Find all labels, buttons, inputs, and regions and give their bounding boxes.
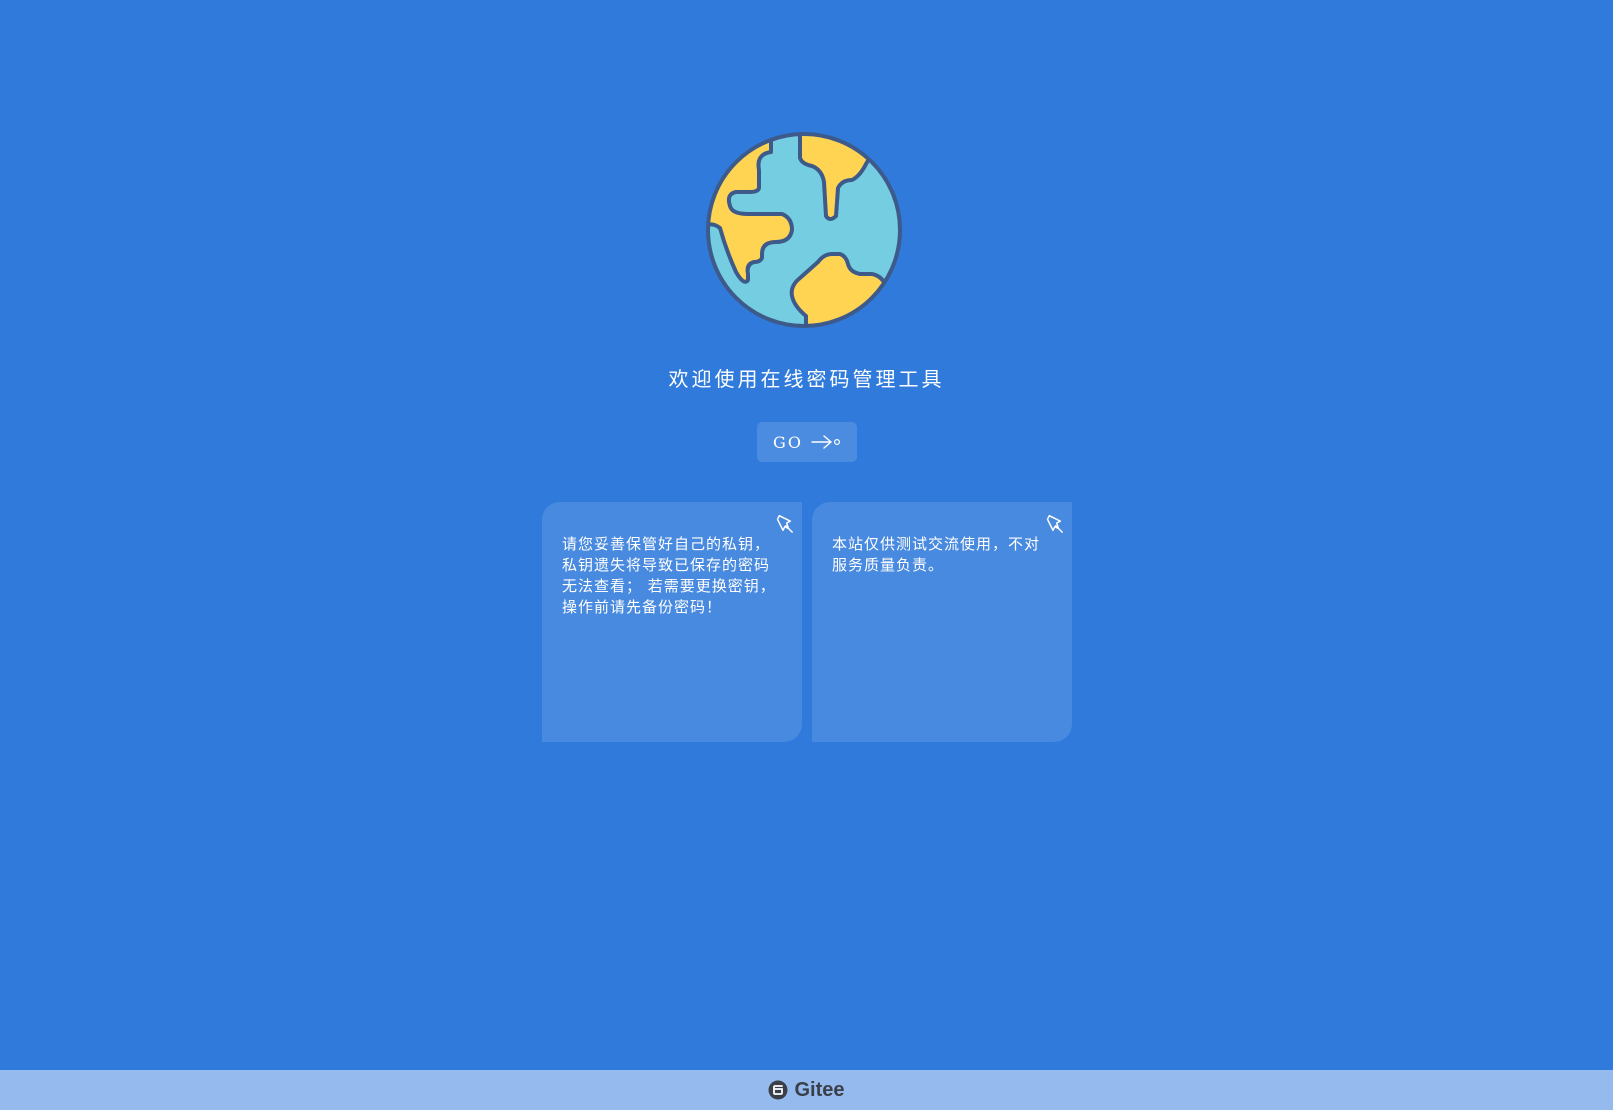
- notice-card-disclaimer: 本站仅供测试交流使用，不对服务质量负责。: [812, 502, 1072, 742]
- pin-icon[interactable]: [1042, 512, 1064, 534]
- gitee-link[interactable]: Gitee: [794, 1079, 844, 1102]
- pin-icon[interactable]: [772, 512, 794, 534]
- notice-card-private-key: 请您妥善保管好自己的私钥，私钥遗失将导致已保存的密码无法查看； 若需要更换密钥，…: [542, 502, 802, 742]
- go-button[interactable]: GO: [757, 422, 857, 462]
- footer: Gitee: [0, 1070, 1613, 1110]
- go-button-label: GO: [773, 432, 803, 452]
- globe-icon: [706, 132, 902, 328]
- notice-card-text: 请您妥善保管好自己的私钥，私钥遗失将导致已保存的密码无法查看； 若需要更换密钥，…: [562, 535, 776, 616]
- arrow-right-icon: [811, 435, 840, 449]
- page-title: 欢迎使用在线密码管理工具: [668, 367, 945, 391]
- notice-card-text: 本站仅供测试交流使用，不对服务质量负责。: [832, 535, 1041, 574]
- gitee-logo-icon[interactable]: [768, 1080, 788, 1100]
